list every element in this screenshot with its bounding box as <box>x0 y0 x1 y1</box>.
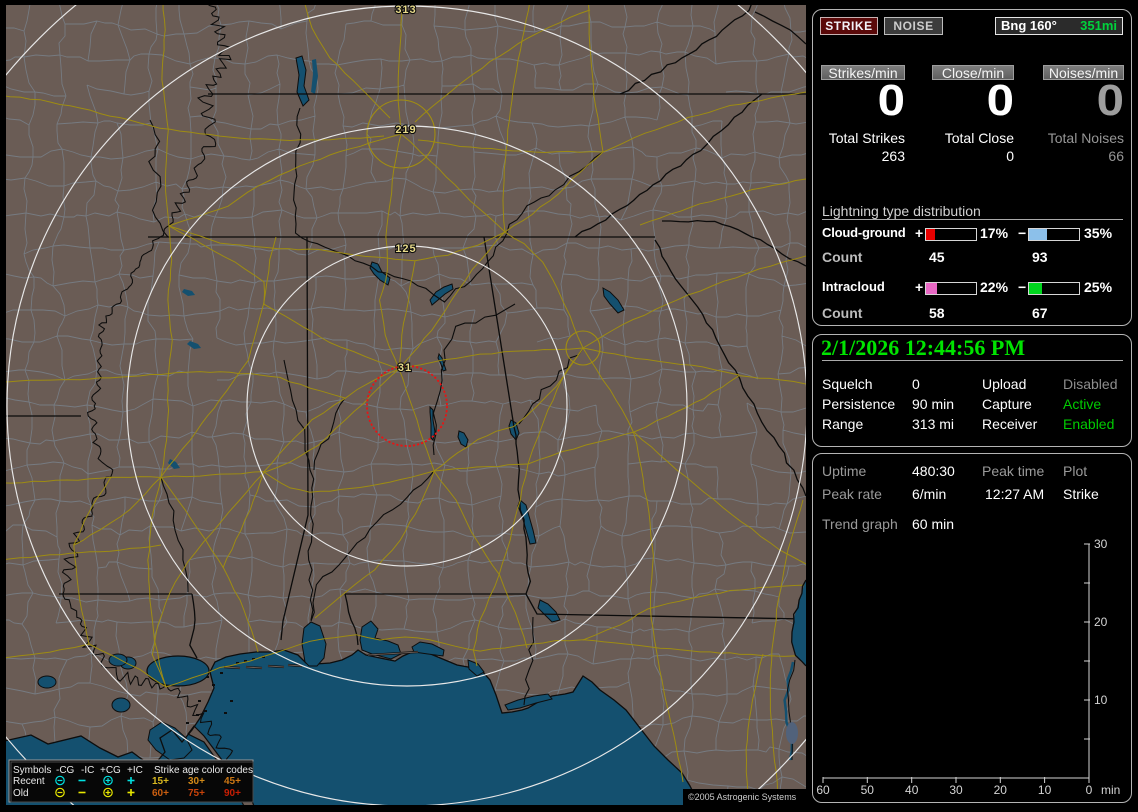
svg-text:+CG: +CG <box>100 765 121 776</box>
svg-text:45+: 45+ <box>224 776 241 787</box>
svg-text:313: 313 <box>395 5 416 16</box>
svg-text:0: 0 <box>1086 783 1093 797</box>
svg-text:219: 219 <box>395 124 416 136</box>
svg-text:10: 10 <box>1094 693 1108 707</box>
svg-text:Strike age color codes: Strike age color codes <box>154 765 253 776</box>
svg-text:125: 125 <box>395 243 416 255</box>
svg-text:15+: 15+ <box>152 776 169 787</box>
svg-text:30: 30 <box>1094 537 1108 551</box>
svg-text:90+: 90+ <box>224 788 241 799</box>
svg-text:50: 50 <box>861 783 875 797</box>
svg-text:31: 31 <box>398 362 412 374</box>
svg-text:30: 30 <box>949 783 963 797</box>
svg-text:60+: 60+ <box>152 788 169 799</box>
svg-text:©2005 Astrogenic Systems: ©2005 Astrogenic Systems <box>688 792 797 802</box>
svg-text:+IC: +IC <box>127 765 143 776</box>
svg-text:Recent: Recent <box>13 776 45 787</box>
svg-text:-CG: -CG <box>56 765 75 776</box>
svg-text:-IC: -IC <box>81 765 94 776</box>
svg-text:Symbols: Symbols <box>13 765 51 776</box>
svg-text:min: min <box>1101 783 1120 797</box>
svg-text:20: 20 <box>994 783 1008 797</box>
svg-text:30+: 30+ <box>188 776 205 787</box>
svg-text:10: 10 <box>1038 783 1052 797</box>
svg-text:Old: Old <box>13 788 29 799</box>
svg-text:60: 60 <box>816 783 830 797</box>
svg-text:75+: 75+ <box>188 788 205 799</box>
svg-text:20: 20 <box>1094 615 1108 629</box>
svg-text:40: 40 <box>905 783 919 797</box>
